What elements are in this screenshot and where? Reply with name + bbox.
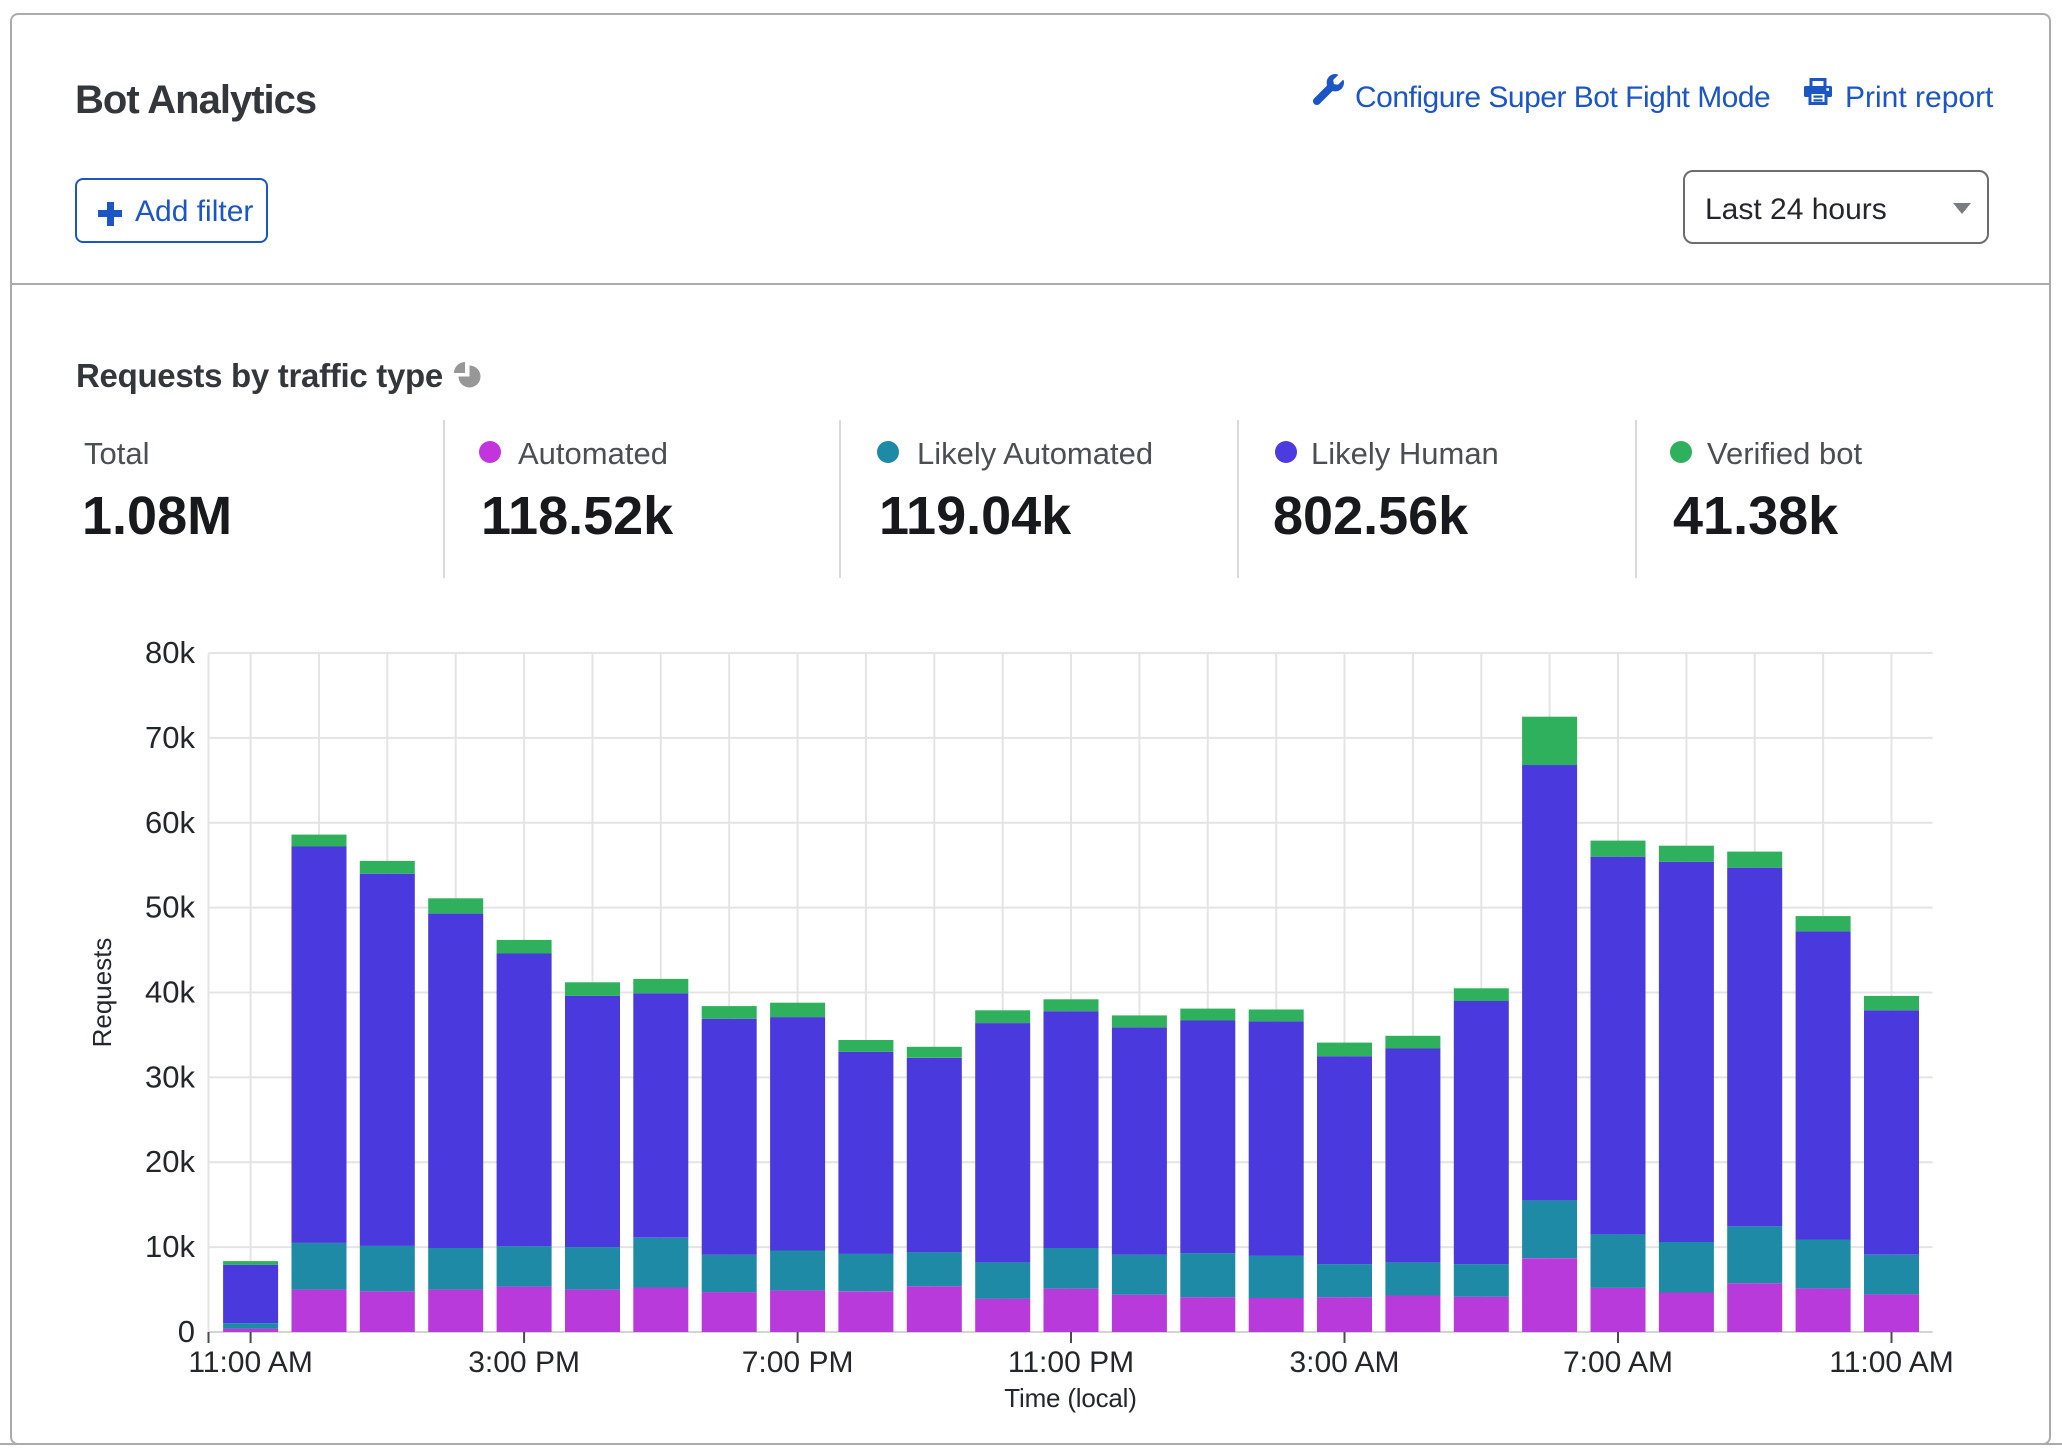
- svg-text:Time (local): Time (local): [1004, 1383, 1136, 1413]
- svg-text:3:00 AM: 3:00 AM: [1289, 1346, 1399, 1379]
- svg-text:10k: 10k: [145, 1229, 195, 1264]
- svg-text:20k: 20k: [145, 1144, 195, 1179]
- svg-text:7:00 AM: 7:00 AM: [1563, 1346, 1673, 1379]
- svg-text:60k: 60k: [145, 805, 195, 840]
- svg-text:11:00 AM: 11:00 AM: [1829, 1346, 1954, 1379]
- svg-text:3:00 PM: 3:00 PM: [468, 1346, 580, 1379]
- svg-text:0: 0: [178, 1314, 195, 1349]
- svg-text:40k: 40k: [145, 975, 195, 1010]
- svg-text:11:00 PM: 11:00 PM: [1008, 1346, 1134, 1379]
- svg-text:80k: 80k: [145, 635, 195, 670]
- svg-text:Requests: Requests: [87, 938, 117, 1048]
- svg-text:70k: 70k: [145, 720, 195, 755]
- svg-text:7:00 PM: 7:00 PM: [742, 1346, 854, 1379]
- svg-text:30k: 30k: [145, 1059, 195, 1094]
- svg-text:50k: 50k: [145, 890, 195, 925]
- svg-text:11:00 AM: 11:00 AM: [188, 1346, 313, 1379]
